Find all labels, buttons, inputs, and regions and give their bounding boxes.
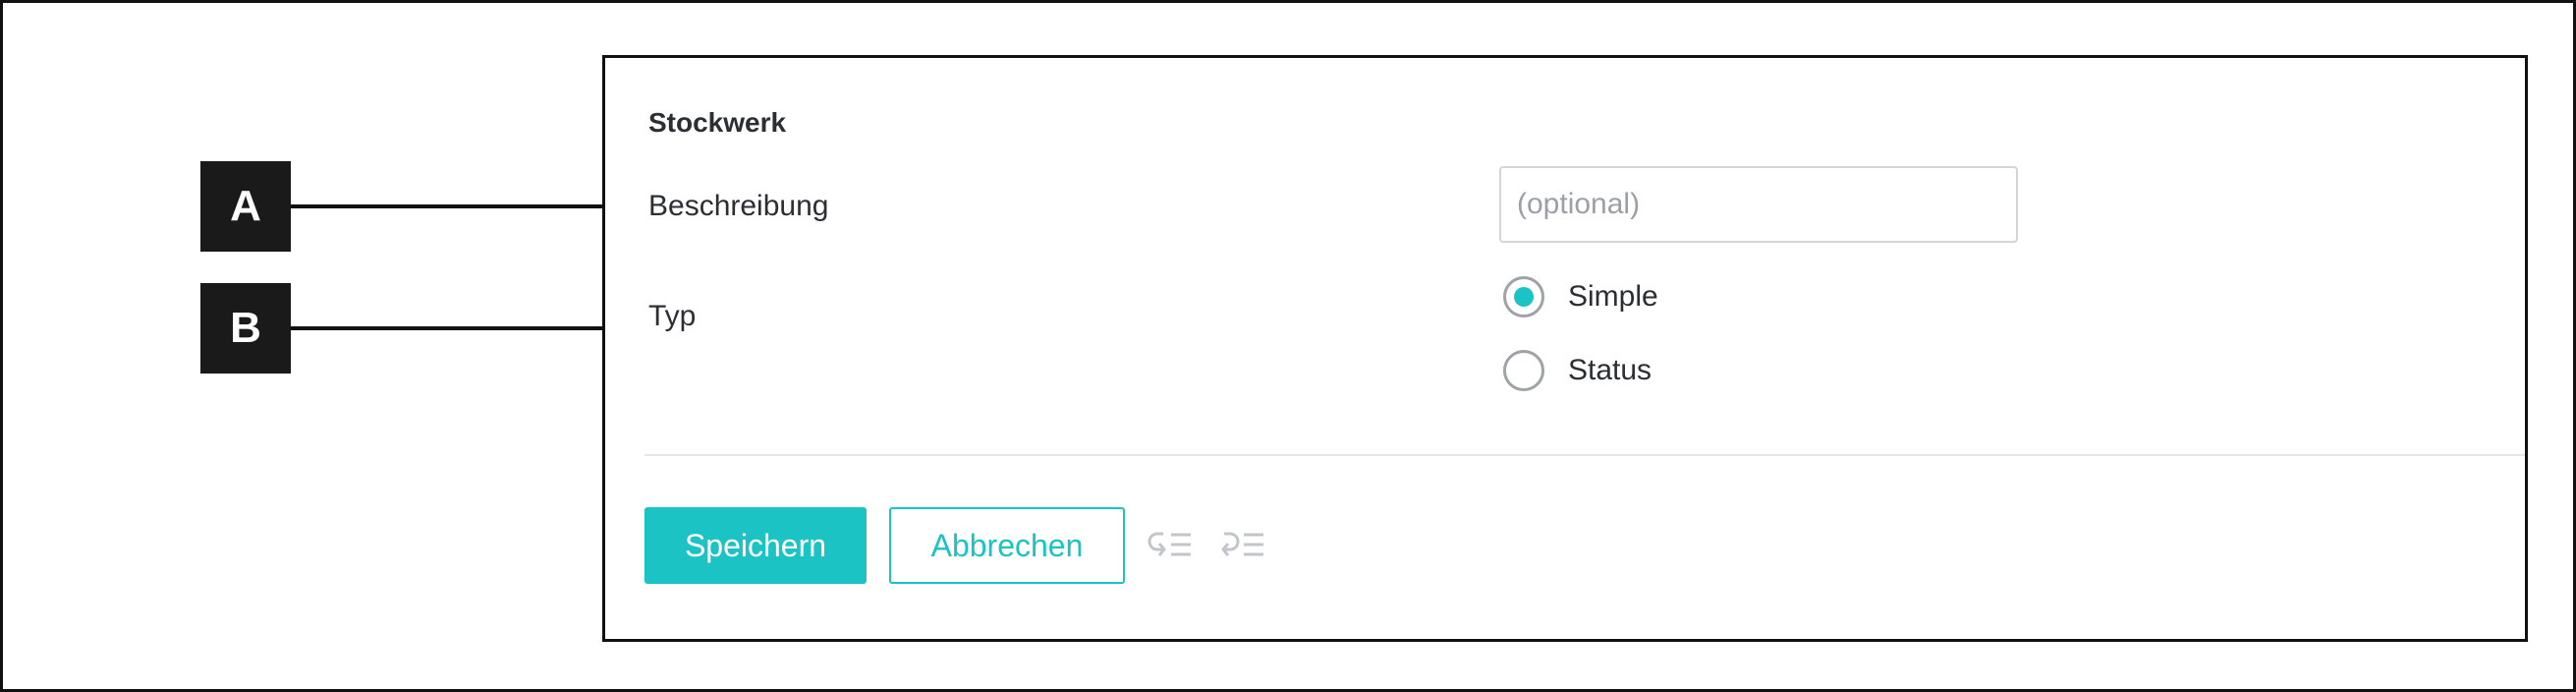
description-input[interactable]	[1499, 166, 2018, 243]
radio-selected-dot	[1514, 287, 1534, 307]
radio-label-simple: Simple	[1568, 280, 1658, 313]
form-panel: Stockwerk Beschreibung Typ Simple Status…	[602, 55, 2528, 642]
radio-label-status: Status	[1568, 354, 1652, 386]
save-button[interactable]: Speichern	[644, 507, 867, 584]
outdent-icon[interactable]	[1148, 528, 1195, 563]
callout-a-badge: A	[200, 161, 291, 252]
radio-option-status[interactable]: Status	[1503, 350, 1652, 391]
callout-a-leader-line	[291, 204, 623, 208]
radio-button-selected[interactable]	[1503, 276, 1544, 317]
cancel-button[interactable]: Abbrechen	[889, 507, 1125, 584]
form-divider	[644, 454, 2525, 456]
section-title: Stockwerk	[648, 107, 787, 138]
radio-button-unselected[interactable]	[1503, 350, 1544, 391]
indent-icon[interactable]	[1220, 528, 1267, 563]
type-label: Typ	[648, 300, 697, 332]
radio-option-simple[interactable]: Simple	[1503, 276, 1658, 317]
description-label: Beschreibung	[648, 190, 829, 222]
callout-b-badge: B	[200, 283, 291, 374]
callout-b-leader-line	[291, 326, 623, 330]
